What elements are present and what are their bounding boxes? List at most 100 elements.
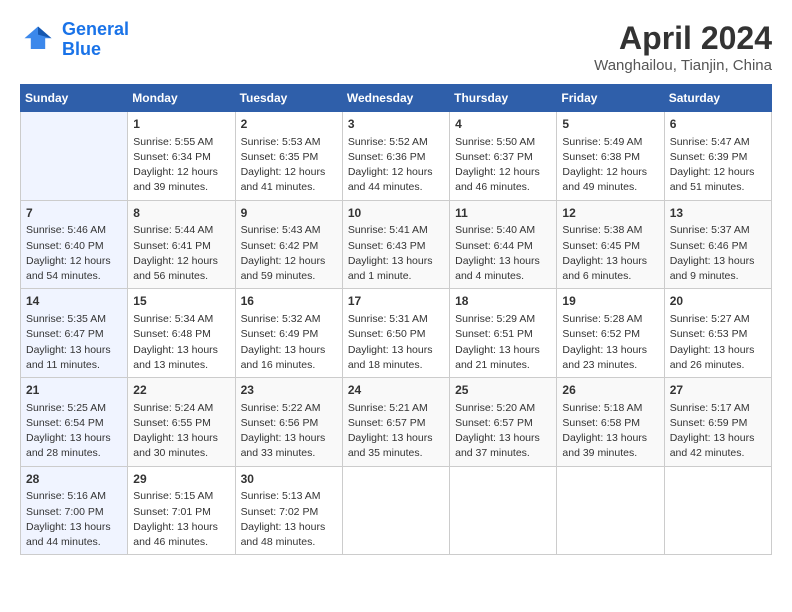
day-header-tuesday: Tuesday <box>235 85 342 112</box>
calendar-cell: 15 Sunrise: 5:34 AM Sunset: 6:48 PM Dayli… <box>128 289 235 378</box>
day-info: Sunrise: 5:34 AM Sunset: 6:48 PM Dayligh… <box>133 312 229 373</box>
calendar-cell <box>21 112 128 201</box>
day-number: 5 <box>562 116 658 133</box>
day-number: 4 <box>455 116 551 133</box>
calendar-cell: 29Sunrise: 5:15 AM Sunset: 7:01 PM Dayli… <box>128 466 235 555</box>
calendar-cell <box>450 466 557 555</box>
day-number: 23 <box>241 382 337 399</box>
calendar-cell: 6 Sunrise: 5:47 AM Sunset: 6:39 PM Daylig… <box>664 112 771 201</box>
day-info: Sunrise: 5:24 AM Sunset: 6:55 PM Dayligh… <box>133 401 229 462</box>
day-info: Sunrise: 5:53 AM Sunset: 6:35 PM Dayligh… <box>241 135 337 196</box>
calendar-week-1: 1 Sunrise: 5:55 AM Sunset: 6:34 PM Daylig… <box>21 112 772 201</box>
day-number: 17 <box>348 293 444 310</box>
calendar-cell: 19 Sunrise: 5:28 AM Sunset: 6:52 PM Dayli… <box>557 289 664 378</box>
calendar-cell: 8Sunrise: 5:44 AM Sunset: 6:41 PM Daylig… <box>128 200 235 289</box>
calendar-cell: 23 Sunrise: 5:22 AM Sunset: 6:56 PM Dayli… <box>235 378 342 467</box>
day-number: 3 <box>348 116 444 133</box>
day-info: Sunrise: 5:31 AM Sunset: 6:50 PM Dayligh… <box>348 312 444 373</box>
day-header-sunday: Sunday <box>21 85 128 112</box>
calendar-week-3: 14 Sunrise: 5:35 AM Sunset: 6:47 PM Dayli… <box>21 289 772 378</box>
day-number: 14 <box>26 293 122 310</box>
day-info: Sunrise: 5:15 AM Sunset: 7:01 PM Dayligh… <box>133 489 229 550</box>
day-number: 9 <box>241 205 337 222</box>
calendar-cell: 4 Sunrise: 5:50 AM Sunset: 6:37 PM Daylig… <box>450 112 557 201</box>
day-info: Sunrise: 5:29 AM Sunset: 6:51 PM Dayligh… <box>455 312 551 373</box>
calendar-table: SundayMondayTuesdayWednesdayThursdayFrid… <box>20 84 772 555</box>
day-info: Sunrise: 5:32 AM Sunset: 6:49 PM Dayligh… <box>241 312 337 373</box>
day-number: 11 <box>455 205 551 222</box>
calendar-week-5: 28Sunrise: 5:16 AM Sunset: 7:00 PM Dayli… <box>21 466 772 555</box>
day-number: 18 <box>455 293 551 310</box>
day-info: Sunrise: 5:22 AM Sunset: 6:56 PM Dayligh… <box>241 401 337 462</box>
day-info: Sunrise: 5:52 AM Sunset: 6:36 PM Dayligh… <box>348 135 444 196</box>
day-number: 12 <box>562 205 658 222</box>
day-info: Sunrise: 5:21 AM Sunset: 6:57 PM Dayligh… <box>348 401 444 462</box>
calendar-cell: 9Sunrise: 5:43 AM Sunset: 6:42 PM Daylig… <box>235 200 342 289</box>
calendar-cell <box>664 466 771 555</box>
day-number: 30 <box>241 471 337 488</box>
day-info: Sunrise: 5:38 AM Sunset: 6:45 PM Dayligh… <box>562 223 658 284</box>
calendar-cell: 25 Sunrise: 5:20 AM Sunset: 6:57 PM Dayli… <box>450 378 557 467</box>
day-info: Sunrise: 5:27 AM Sunset: 6:53 PM Dayligh… <box>670 312 766 373</box>
day-header-wednesday: Wednesday <box>342 85 449 112</box>
day-header-thursday: Thursday <box>450 85 557 112</box>
calendar-week-4: 21Sunrise: 5:25 AM Sunset: 6:54 PM Dayli… <box>21 378 772 467</box>
title-block: April 2024 Wanghailou, Tianjin, China <box>594 20 772 74</box>
day-info: Sunrise: 5:37 AM Sunset: 6:46 PM Dayligh… <box>670 223 766 284</box>
day-info: Sunrise: 5:18 AM Sunset: 6:58 PM Dayligh… <box>562 401 658 462</box>
calendar-cell: 21Sunrise: 5:25 AM Sunset: 6:54 PM Dayli… <box>21 378 128 467</box>
day-number: 15 <box>133 293 229 310</box>
calendar-cell: 5 Sunrise: 5:49 AM Sunset: 6:38 PM Daylig… <box>557 112 664 201</box>
calendar-cell: 7Sunrise: 5:46 AM Sunset: 6:40 PM Daylig… <box>21 200 128 289</box>
day-info: Sunrise: 5:20 AM Sunset: 6:57 PM Dayligh… <box>455 401 551 462</box>
day-info: Sunrise: 5:25 AM Sunset: 6:54 PM Dayligh… <box>26 401 122 462</box>
logo-text: General Blue <box>62 20 129 60</box>
day-info: Sunrise: 5:49 AM Sunset: 6:38 PM Dayligh… <box>562 135 658 196</box>
day-number: 2 <box>241 116 337 133</box>
day-info: Sunrise: 5:16 AM Sunset: 7:00 PM Dayligh… <box>26 489 122 550</box>
day-header-monday: Monday <box>128 85 235 112</box>
day-number: 26 <box>562 382 658 399</box>
calendar-cell <box>342 466 449 555</box>
day-header-saturday: Saturday <box>664 85 771 112</box>
calendar-cell: 12Sunrise: 5:38 AM Sunset: 6:45 PM Dayli… <box>557 200 664 289</box>
day-info: Sunrise: 5:55 AM Sunset: 6:34 PM Dayligh… <box>133 135 229 196</box>
calendar-cell: 17 Sunrise: 5:31 AM Sunset: 6:50 PM Dayli… <box>342 289 449 378</box>
logo-icon <box>20 22 56 58</box>
calendar-cell: 14 Sunrise: 5:35 AM Sunset: 6:47 PM Dayli… <box>21 289 128 378</box>
calendar-cell: 2 Sunrise: 5:53 AM Sunset: 6:35 PM Daylig… <box>235 112 342 201</box>
page-header: General Blue April 2024 Wanghailou, Tian… <box>20 20 772 74</box>
day-info: Sunrise: 5:46 AM Sunset: 6:40 PM Dayligh… <box>26 223 122 284</box>
calendar-cell: 26 Sunrise: 5:18 AM Sunset: 6:58 PM Dayli… <box>557 378 664 467</box>
day-number: 24 <box>348 382 444 399</box>
day-number: 19 <box>562 293 658 310</box>
day-info: Sunrise: 5:50 AM Sunset: 6:37 PM Dayligh… <box>455 135 551 196</box>
day-info: Sunrise: 5:13 AM Sunset: 7:02 PM Dayligh… <box>241 489 337 550</box>
calendar-cell: 13Sunrise: 5:37 AM Sunset: 6:46 PM Dayli… <box>664 200 771 289</box>
day-info: Sunrise: 5:47 AM Sunset: 6:39 PM Dayligh… <box>670 135 766 196</box>
day-info: Sunrise: 5:17 AM Sunset: 6:59 PM Dayligh… <box>670 401 766 462</box>
calendar-cell: 24 Sunrise: 5:21 AM Sunset: 6:57 PM Dayli… <box>342 378 449 467</box>
day-info: Sunrise: 5:40 AM Sunset: 6:44 PM Dayligh… <box>455 223 551 284</box>
day-number: 7 <box>26 205 122 222</box>
day-number: 25 <box>455 382 551 399</box>
day-info: Sunrise: 5:35 AM Sunset: 6:47 PM Dayligh… <box>26 312 122 373</box>
day-number: 16 <box>241 293 337 310</box>
calendar-cell: 30Sunrise: 5:13 AM Sunset: 7:02 PM Dayli… <box>235 466 342 555</box>
calendar-cell: 3 Sunrise: 5:52 AM Sunset: 6:36 PM Daylig… <box>342 112 449 201</box>
day-number: 29 <box>133 471 229 488</box>
day-info: Sunrise: 5:41 AM Sunset: 6:43 PM Dayligh… <box>348 223 444 284</box>
day-info: Sunrise: 5:44 AM Sunset: 6:41 PM Dayligh… <box>133 223 229 284</box>
calendar-cell: 20 Sunrise: 5:27 AM Sunset: 6:53 PM Dayli… <box>664 289 771 378</box>
day-number: 20 <box>670 293 766 310</box>
calendar-cell: 18 Sunrise: 5:29 AM Sunset: 6:51 PM Dayli… <box>450 289 557 378</box>
day-number: 13 <box>670 205 766 222</box>
day-header-friday: Friday <box>557 85 664 112</box>
day-info: Sunrise: 5:28 AM Sunset: 6:52 PM Dayligh… <box>562 312 658 373</box>
day-number: 6 <box>670 116 766 133</box>
day-number: 1 <box>133 116 229 133</box>
day-number: 22 <box>133 382 229 399</box>
day-number: 10 <box>348 205 444 222</box>
calendar-cell <box>557 466 664 555</box>
calendar-cell: 16 Sunrise: 5:32 AM Sunset: 6:49 PM Dayli… <box>235 289 342 378</box>
